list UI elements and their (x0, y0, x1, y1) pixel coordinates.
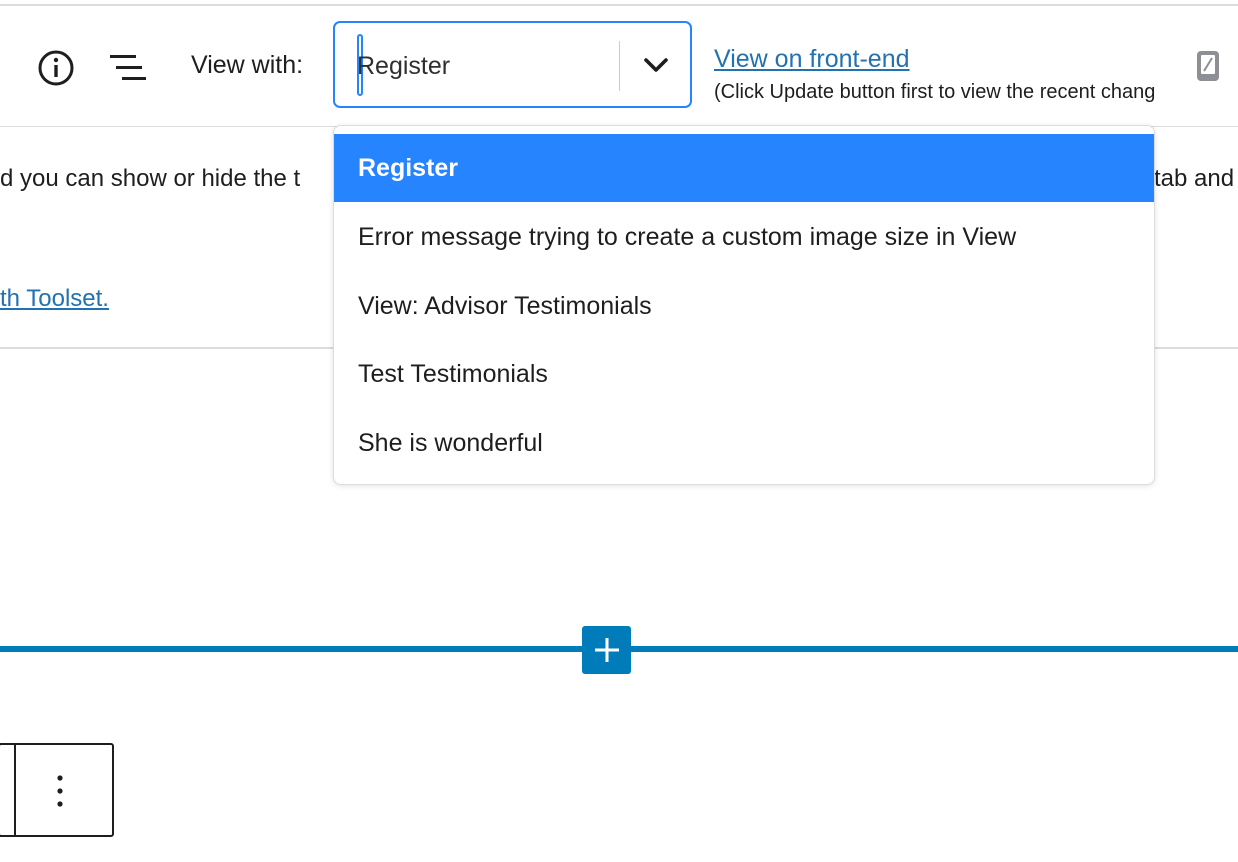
block-toolbar (0, 743, 114, 837)
add-block-button[interactable] (582, 626, 631, 674)
plus-icon (594, 638, 619, 662)
list-view-icon (110, 55, 146, 80)
dropdown-option-register[interactable]: Register (334, 134, 1154, 202)
block-toolbar-separator (14, 745, 16, 835)
description-text: d you can show or hide the t (0, 165, 301, 192)
dropdown-option-advisor-testimonials[interactable]: View: Advisor Testimonials (334, 272, 1154, 340)
mobile-device-icon[interactable] (1195, 50, 1221, 82)
description-text-right: tab and (1154, 165, 1235, 192)
view-on-front-end-link[interactable]: View on front-end (714, 45, 910, 74)
front-end-note: (Click Update button first to view the r… (714, 81, 1156, 103)
chevron-down-icon[interactable] (640, 53, 672, 77)
view-with-label: View with: (191, 51, 304, 79)
more-options-button[interactable] (40, 765, 80, 817)
dropdown-option-she-is-wonderful[interactable]: She is wonderful (334, 409, 1154, 477)
dropdown-option-test-testimonials[interactable]: Test Testimonials (334, 340, 1154, 408)
dropdown-option-error-message[interactable]: Error message trying to create a custom … (334, 203, 1154, 271)
view-select-dropdown: Register Error message trying to create … (333, 125, 1155, 485)
view-select-value: Register (357, 52, 451, 80)
list-view-button[interactable] (108, 48, 148, 88)
info-icon (38, 50, 74, 86)
toolset-link[interactable]: th Toolset. (0, 285, 109, 313)
more-vertical-icon (57, 775, 63, 807)
select-divider (619, 41, 620, 91)
view-select[interactable]: Register (333, 21, 692, 108)
info-button[interactable] (36, 48, 76, 88)
